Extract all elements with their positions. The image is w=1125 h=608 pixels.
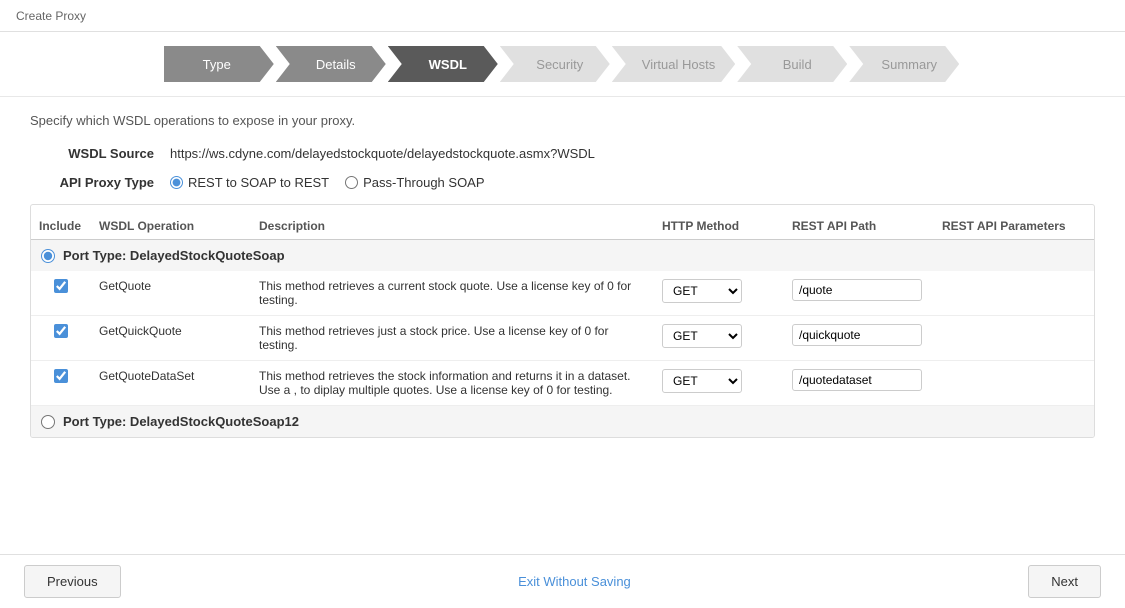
op-desc-GetQuoteDataSet: This method retrieves the stock informat… [251,361,654,406]
rest-to-soap-radio[interactable] [170,176,183,189]
port-type-radio-DelayedStockQuoteSoap[interactable] [41,249,55,263]
step-type[interactable]: Type [164,46,274,82]
path-input-GetQuoteDataSet[interactable] [792,369,922,391]
op-params-GetQuote [934,271,1094,316]
step-virtual-hosts[interactable]: Virtual Hosts [612,46,735,82]
op-name-GetQuoteDataSet: GetQuoteDataSet [91,361,251,406]
wsdl-source-value: https://ws.cdyne.com/delayedstockquote/d… [170,146,595,161]
app-title: Create Proxy [16,9,86,23]
path-input-GetQuote[interactable] [792,279,922,301]
op-desc-GetQuickQuote: This method retrieves just a stock price… [251,316,654,361]
rest-to-soap-label: REST to SOAP to REST [188,175,329,190]
port-type-row-DelayedStockQuoteSoap[interactable]: Port Type: DelayedStockQuoteSoap [31,240,1094,272]
operation-row-GetQuote: GetQuoteThis method retrieves a current … [31,271,1094,316]
port-type-label-DelayedStockQuoteSoap: Port Type: DelayedStockQuoteSoap [63,248,285,263]
main-content: Specify which WSDL operations to expose … [0,97,1125,454]
operations-table: Include WSDL Operation Description HTTP … [31,213,1094,437]
col-include: Include [31,213,91,240]
col-description: Description [251,213,654,240]
op-desc-GetQuote: This method retrieves a current stock qu… [251,271,654,316]
checkbox-GetQuoteDataSet[interactable] [54,369,68,383]
wsdl-source-label: WSDL Source [30,146,170,161]
step-details[interactable]: Details [276,46,386,82]
operation-row-GetQuickQuote: GetQuickQuoteThis method retrieves just … [31,316,1094,361]
col-rest-api-path: REST API Path [784,213,934,240]
col-http-method: HTTP Method [654,213,784,240]
checkbox-GetQuote[interactable] [54,279,68,293]
app-header: Create Proxy [0,0,1125,32]
footer: Previous Exit Without Saving Next [0,554,1125,608]
subtitle: Specify which WSDL operations to expose … [30,113,1095,128]
exit-without-saving-button[interactable]: Exit Without Saving [518,574,631,589]
step-wsdl: WSDL [388,46,498,82]
next-button[interactable]: Next [1028,565,1101,598]
api-proxy-type-label: API Proxy Type [30,175,170,190]
port-type-radio-DelayedStockQuoteSoap12[interactable] [41,415,55,429]
checkbox-GetQuickQuote[interactable] [54,324,68,338]
method-select-GetQuote[interactable]: GETPOSTPUTDELETE [662,279,742,303]
rest-to-soap-option[interactable]: REST to SOAP to REST [170,175,329,190]
col-wsdl-operation: WSDL Operation [91,213,251,240]
op-params-GetQuickQuote [934,316,1094,361]
operation-row-GetQuoteDataSet: GetQuoteDataSetThis method retrieves the… [31,361,1094,406]
pass-through-radio[interactable] [345,176,358,189]
method-select-GetQuoteDataSet[interactable]: GETPOSTPUTDELETE [662,369,742,393]
method-select-GetQuickQuote[interactable]: GETPOSTPUTDELETE [662,324,742,348]
step-summary[interactable]: Summary [849,46,959,82]
proxy-type-radio-group: REST to SOAP to REST Pass-Through SOAP [170,175,485,190]
wizard-steps: TypeDetailsWSDLSecurityVirtual HostsBuil… [0,32,1125,97]
port-type-row-DelayedStockQuoteSoap12[interactable]: Port Type: DelayedStockQuoteSoap12 [31,406,1094,438]
step-security[interactable]: Security [500,46,610,82]
table-wrapper: Include WSDL Operation Description HTTP … [30,204,1095,438]
pass-through-label: Pass-Through SOAP [363,175,484,190]
op-params-GetQuoteDataSet [934,361,1094,406]
port-type-label-DelayedStockQuoteSoap12: Port Type: DelayedStockQuoteSoap12 [63,414,299,429]
previous-button[interactable]: Previous [24,565,121,598]
pass-through-option[interactable]: Pass-Through SOAP [345,175,484,190]
op-name-GetQuickQuote: GetQuickQuote [91,316,251,361]
path-input-GetQuickQuote[interactable] [792,324,922,346]
op-name-GetQuote: GetQuote [91,271,251,316]
col-rest-api-params: REST API Parameters [934,213,1094,240]
step-build[interactable]: Build [737,46,847,82]
